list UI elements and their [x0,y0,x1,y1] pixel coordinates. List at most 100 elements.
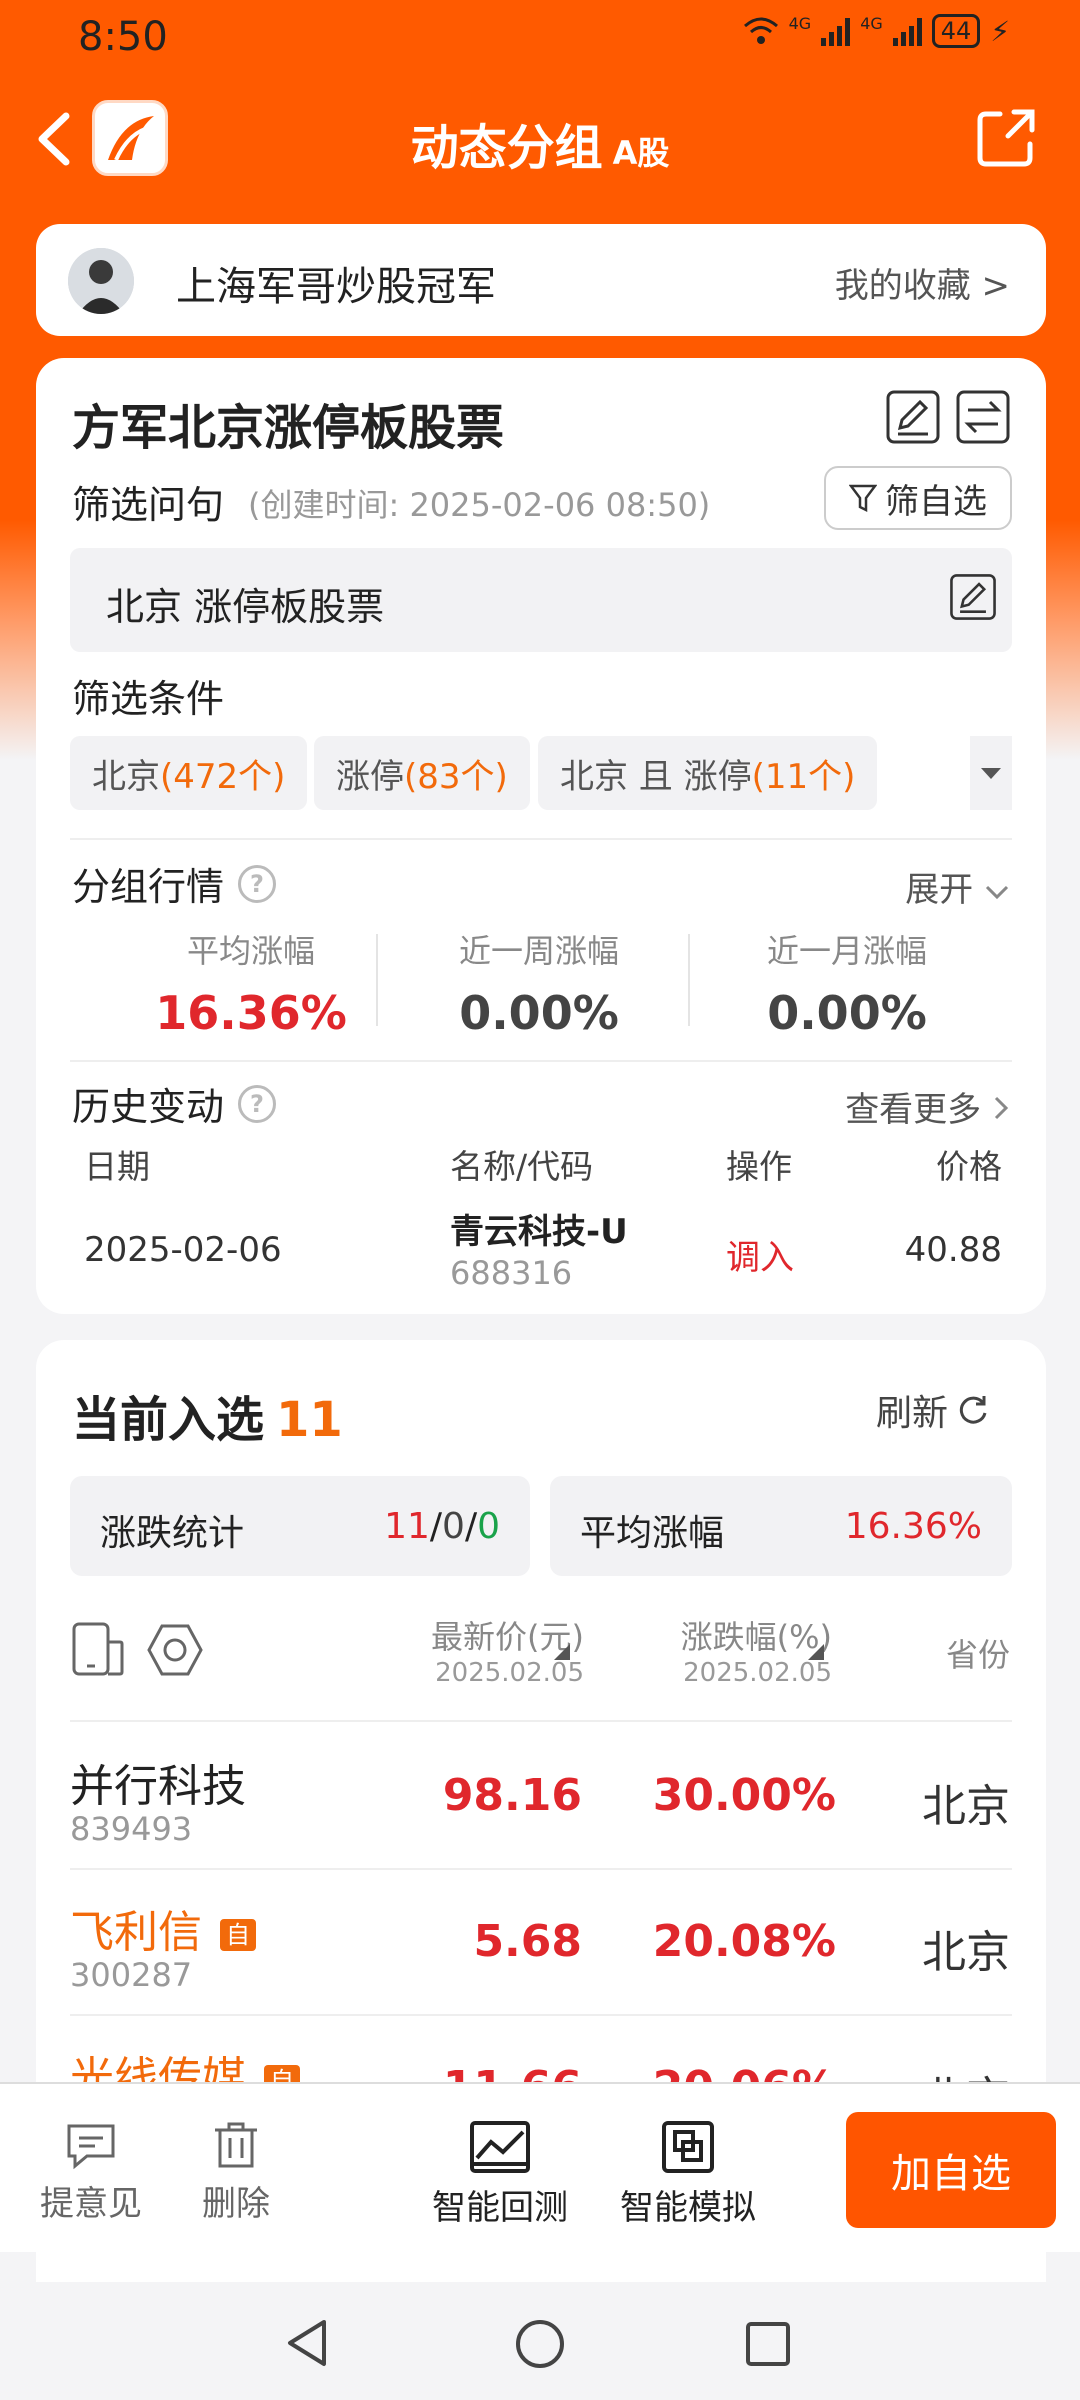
history-op: 调入 [726,1238,794,1278]
charging-icon: ⚡ [990,14,1010,48]
stat-value: 0.00% [767,986,927,1040]
condition-name: 北京 [92,756,160,797]
divider [70,838,1012,840]
expand-label: 展开 [905,870,974,910]
simulate-icon [662,2121,714,2173]
user-card[interactable]: 上海军哥炒股冠军 我的收藏 > [36,224,1046,336]
settings-icon[interactable] [146,1622,204,1678]
query-label: 筛选问句 [72,483,225,527]
stat-month: 近一月涨幅 0.00% [692,926,1002,1040]
condition-name: 北京 且 涨停 [560,756,752,797]
backtest-button[interactable]: 智能回测 [432,2120,568,2229]
avg-change-label: 平均涨幅 [580,1513,725,1554]
condition-count: (472个) [160,756,286,797]
history-header-price: 价格 [936,1147,1002,1186]
delete-button[interactable]: 删除 [202,2120,270,2225]
condition-chip[interactable]: 涨停 (83个) [314,736,530,810]
history-price: 40.88 [904,1230,1002,1270]
chevron-down-icon [985,885,1009,900]
favorites-link[interactable]: 我的收藏 > [835,258,1010,307]
up-count: 11 [384,1506,430,1547]
sort-icon [808,1644,824,1660]
col-change-date: 2025.02.05 [683,1658,832,1688]
more-link[interactable]: 查看更多 [845,1082,1010,1131]
filter-watchlist-label: 筛自选 [885,481,987,522]
network-label-2: 4G [860,14,883,33]
market-section-label: 分组行情? [72,856,277,911]
stock-province: 北京 [922,1781,1010,1832]
stock-price: 5.68 [473,1916,582,1967]
simulate-label: 智能模拟 [620,2188,756,2228]
help-icon[interactable]: ? [238,864,277,903]
divider [70,1720,1012,1722]
user-name: 上海军哥炒股冠军 [176,264,496,310]
flat-count: 0 [442,1506,465,1547]
edit-icon[interactable] [884,388,942,446]
history-section-label: 历史变动? [72,1076,277,1131]
bottom-action-bar: 提意见 删除 智能回测 智能模拟 加自选 [0,2082,1080,2252]
filter-watchlist-button[interactable]: 筛自选 [824,466,1012,530]
conditions-dropdown[interactable] [970,736,1012,810]
nav-back-icon[interactable] [284,2318,330,2368]
sort-icon [554,1644,570,1660]
stat-label: 近一周涨幅 [458,932,619,970]
stock-code: 839493 [70,1810,193,1848]
condition-name: 涨停 [336,756,404,797]
stat-week: 近一周涨幅 0.00% [384,926,694,1040]
phone-layout-icon[interactable] [70,1620,126,1678]
condition-chip[interactable]: 北京 (472个) [70,736,308,810]
stat-avg: 平均涨幅 16.36% [96,926,406,1040]
simulate-button[interactable]: 智能模拟 [620,2120,756,2229]
current-title: 当前入选 11 [72,1380,343,1450]
history-date: 2025-02-06 [84,1230,282,1270]
refresh-button[interactable]: 刷新 [876,1384,990,1436]
add-watchlist-button[interactable]: 加自选 [846,2112,1056,2228]
nav-home-icon[interactable] [514,2318,566,2370]
feedback-icon [67,2124,115,2170]
col-price-date: 2025.02.05 [435,1658,584,1688]
expand-link[interactable]: 展开 [905,862,1010,911]
avg-change-stats: 平均涨幅 16.36% [550,1476,1012,1576]
edit-query-icon[interactable] [948,572,998,622]
refresh-icon [959,1396,987,1424]
system-nav-bar [0,2282,1080,2400]
signal-icon-2 [892,16,922,46]
nav-recents-icon[interactable] [744,2320,792,2368]
query-box[interactable]: 北京 涨停板股票 [70,548,1012,652]
condition-chip[interactable]: 北京 且 涨停 (11个) [538,736,878,810]
divider-vertical [376,934,378,1026]
network-label: 4G [788,14,812,33]
condition-count: (83个) [404,756,508,797]
avg-change-value: 16.36% [844,1506,982,1547]
history-header-name: 名称/代码 [450,1147,594,1186]
stat-value: 0.00% [459,986,619,1040]
stock-change: 20.08% [652,1916,836,1967]
stock-price: 98.16 [442,1770,582,1821]
page-title: 动态分组 A股 [0,108,1080,178]
down-count: 0 [477,1506,500,1547]
avatar-icon [68,248,134,314]
updown-stats: 涨跌统计 11/0/0 [70,1476,530,1576]
created-time: (创建时间: 2025-02-06 08:50) [248,486,711,524]
condition-count: (11个) [751,756,856,797]
stock-name-text: 飞利信 [70,1907,202,1958]
share-icon[interactable] [974,104,1040,170]
help-icon[interactable]: ? [238,1084,277,1123]
status-icons: 4G 4G 44 ⚡ [743,14,1010,48]
switch-icon[interactable] [954,388,1012,446]
stock-code: 300287 [70,1956,193,1994]
stat-label: 平均涨幅 [186,932,315,970]
feedback-button[interactable]: 提意见 [40,2120,142,2225]
history-header-op: 操作 [726,1147,792,1186]
stock-name: 并行科技 [70,1761,246,1812]
history-stock-code: 688316 [450,1254,573,1292]
history-stock-name[interactable]: 青云科技-U [450,1204,628,1253]
stock-name: 飞利信自 [70,1896,256,1960]
triangle-down-icon [981,768,1001,779]
current-count: 11 [276,1392,343,1448]
divider [70,1060,1012,1062]
table-row[interactable]: 飞利信自 300287 5.68 20.08% 北京 [36,1870,1046,2016]
signal-icon [821,16,851,46]
stock-province: 北京 [922,1927,1010,1978]
table-row[interactable]: 并行科技 839493 98.16 30.00% 北京 [36,1724,1046,1870]
